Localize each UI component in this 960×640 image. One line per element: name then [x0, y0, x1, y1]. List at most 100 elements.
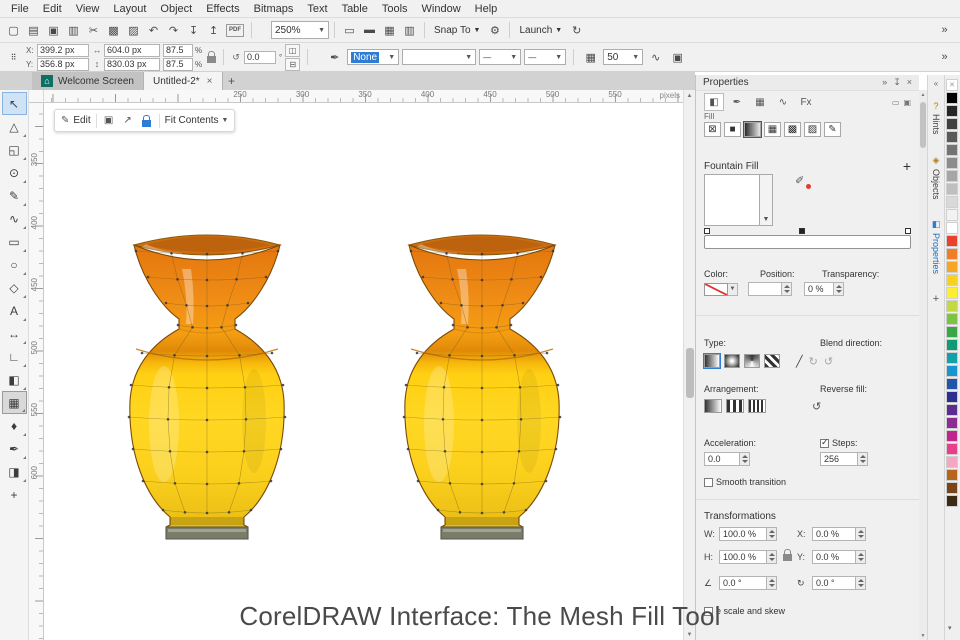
text-tool[interactable]: A	[2, 299, 27, 322]
undo-icon[interactable]: ↶	[144, 21, 163, 40]
color-swatch[interactable]	[946, 222, 958, 234]
blend-clockwise-icon[interactable]: ↻	[809, 355, 818, 368]
repeat-mirror-button[interactable]	[726, 399, 744, 413]
scrollbar-thumb[interactable]	[686, 348, 694, 398]
end-arrowhead-dropdown[interactable]: — ▼	[524, 49, 567, 65]
transparency-tab-icon[interactable]: ▦	[750, 93, 770, 111]
propbar-collapse-icon[interactable]: »	[935, 48, 954, 67]
menu-bitmaps[interactable]: Bitmaps	[247, 2, 301, 16]
color-swatch[interactable]	[946, 92, 958, 104]
menu-window[interactable]: Window	[415, 2, 468, 16]
freehand-tool[interactable]: ✎	[2, 184, 27, 207]
rulers-icon[interactable]: ▬	[360, 21, 379, 40]
snap-to-dropdown[interactable]: Snap To ▼	[430, 25, 484, 36]
guidelines-icon[interactable]: ▥	[400, 21, 419, 40]
vase-1[interactable]	[127, 234, 287, 540]
launch-dropdown[interactable]: Launch ▼	[515, 25, 566, 36]
menu-tools[interactable]: Tools	[375, 2, 415, 16]
outline-style-dropdown[interactable]: ▼	[402, 49, 477, 65]
color-swatch[interactable]	[946, 196, 958, 208]
transform-y-stepper[interactable]	[856, 550, 866, 564]
color-swatch[interactable]	[946, 469, 958, 481]
interactive-fill-tool[interactable]: ◨	[2, 460, 27, 483]
transform-x-stepper[interactable]	[856, 527, 866, 541]
color-swatch[interactable]	[946, 404, 958, 416]
node-color-dropdown[interactable]: ▼	[728, 282, 738, 296]
horizontal-ruler[interactable]: pixels 250 300 350 400 450 500 550	[44, 90, 683, 103]
scrollbar-thumb[interactable]	[920, 102, 926, 148]
fill-tab-icon[interactable]: ◧	[704, 93, 724, 111]
connector-tool[interactable]: ∟	[2, 345, 27, 368]
copy-icon[interactable]: ▩	[104, 21, 123, 40]
pin-icon[interactable]: ↧	[893, 77, 901, 88]
save-icon[interactable]: ▣	[44, 21, 63, 40]
steps-checkbox[interactable]	[820, 437, 829, 448]
close-tab-icon[interactable]: ×	[207, 76, 213, 87]
dimension-tool[interactable]: ↔	[2, 322, 27, 345]
crop-tool[interactable]: ◱	[2, 138, 27, 161]
linear-fountain-button[interactable]	[703, 353, 721, 369]
acceleration-stepper[interactable]	[740, 452, 750, 466]
panel-scrollbar[interactable]: ▲ ▼	[919, 90, 927, 640]
docker-tab-hints[interactable]: ? Hints	[931, 96, 941, 140]
vector-pattern-button[interactable]: ▦	[764, 122, 781, 137]
canvas-vertical-scrollbar[interactable]: ▲ ▼	[683, 90, 695, 640]
color-swatch[interactable]	[946, 339, 958, 351]
redo-icon[interactable]: ↷	[164, 21, 183, 40]
lock-icon[interactable]	[140, 114, 154, 127]
color-swatch[interactable]	[946, 183, 958, 195]
gradient-mid-handle[interactable]	[799, 228, 806, 234]
rotation-angle-input[interactable]: 0.0	[244, 50, 276, 64]
node-position-input[interactable]	[748, 282, 782, 296]
color-swatch[interactable]	[946, 144, 958, 156]
no-fill-button[interactable]: ⊠	[704, 122, 721, 137]
edit-button[interactable]: ✎ Edit	[61, 115, 91, 126]
node-color-swatch[interactable]	[704, 282, 728, 296]
smooth-mesh-icon[interactable]: ∿	[646, 48, 665, 67]
color-swatch[interactable]	[946, 248, 958, 260]
node-transparency-input[interactable]: 0 %	[804, 282, 834, 296]
menu-help[interactable]: Help	[468, 2, 505, 16]
color-swatch[interactable]	[946, 105, 958, 117]
color-swatch[interactable]	[946, 131, 958, 143]
fill-picker-dropdown[interactable]: ▼	[760, 174, 773, 226]
steps-input[interactable]: 256	[820, 452, 858, 466]
print-icon[interactable]: ▥	[64, 21, 83, 40]
menu-effects[interactable]: Effects	[199, 2, 246, 16]
edit-fill-button[interactable]: ✎	[824, 122, 841, 137]
start-arrowhead-dropdown[interactable]: — ▼	[479, 49, 522, 65]
color-swatch[interactable]	[946, 417, 958, 429]
transform-y-input[interactable]: 0.0 %	[812, 550, 856, 564]
eyedropper-tool[interactable]: ♦	[2, 414, 27, 437]
transform-h-input[interactable]: 100.0 %	[719, 550, 767, 564]
color-swatch[interactable]	[946, 313, 958, 325]
node-transparency-stepper[interactable]	[834, 282, 844, 296]
fill-preview-swatch[interactable]	[704, 174, 760, 226]
vertical-ruler[interactable]: 350 400 450 500 550 600	[29, 103, 44, 640]
transform-angle-stepper[interactable]	[767, 576, 777, 590]
mirror-horizontal-button[interactable]: ◫	[285, 43, 301, 57]
zoom-level-dropdown[interactable]: 250% ▼	[271, 21, 329, 39]
outline-width-dropdown[interactable]: None ▼	[347, 49, 400, 65]
scale-h-input[interactable]: 87.5	[163, 43, 193, 57]
export-icon[interactable]: ↥	[204, 21, 223, 40]
paste-icon[interactable]: ▨	[124, 21, 143, 40]
object-width-input[interactable]: 604.0 px	[104, 43, 160, 57]
color-swatch[interactable]	[946, 365, 958, 377]
color-swatch[interactable]	[946, 157, 958, 169]
menu-edit[interactable]: Edit	[36, 2, 69, 16]
float-panel-icon[interactable]: ▭	[892, 98, 900, 107]
add-node-button[interactable]: +	[903, 158, 911, 174]
color-swatch[interactable]	[946, 443, 958, 455]
scroll-up-icon[interactable]: ▲	[919, 90, 927, 99]
color-swatch[interactable]	[946, 274, 958, 286]
pick-tool[interactable]: ↖	[1, 92, 27, 115]
gradient-end-handle[interactable]	[905, 228, 911, 234]
open-icon[interactable]: ▤	[24, 21, 43, 40]
color-swatch[interactable]	[946, 456, 958, 468]
zoom-tool[interactable]: ⊙	[2, 161, 27, 184]
menu-view[interactable]: View	[69, 2, 107, 16]
outline-pen-tool[interactable]: ✒	[2, 437, 27, 460]
ruler-origin-button[interactable]	[29, 90, 44, 103]
reverse-fill-icon[interactable]: ↺	[812, 400, 821, 413]
